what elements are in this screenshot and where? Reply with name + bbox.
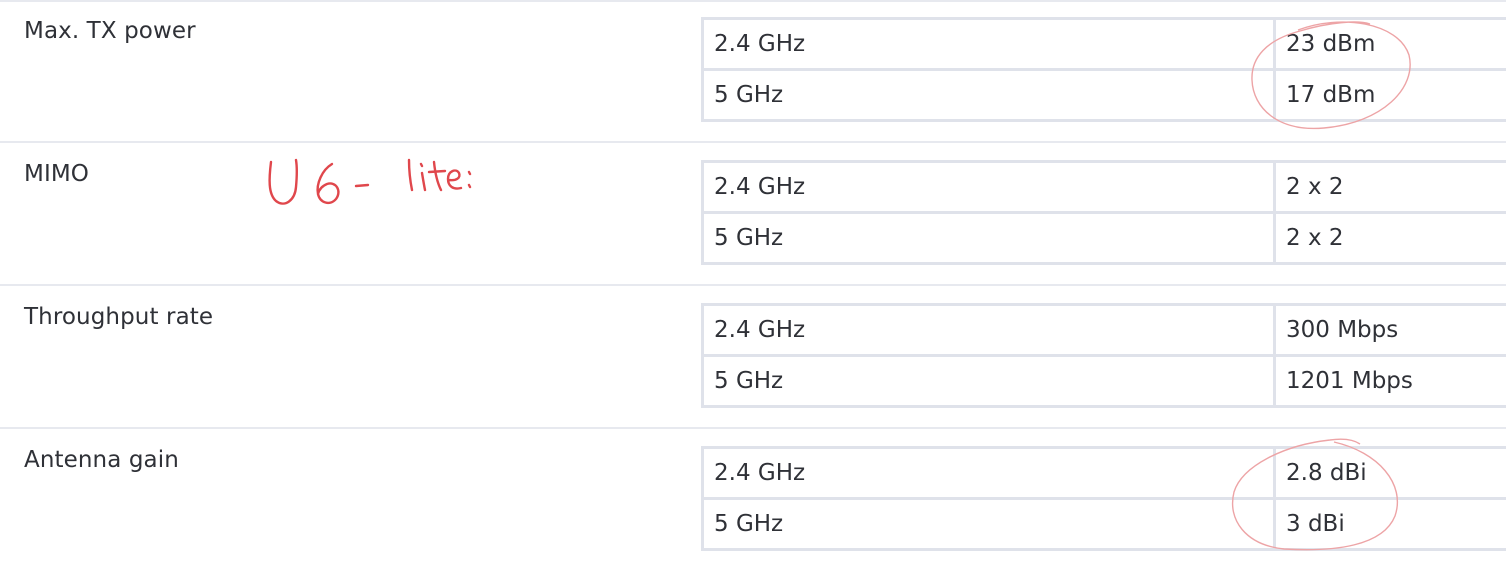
table-row: 5 GHz 1201 Mbps: [701, 354, 1506, 408]
table-row: 5 GHz 2 x 2: [701, 211, 1506, 265]
value-cell: 2 x 2: [1273, 211, 1506, 265]
spec-table: 2.4 GHz 2.8 dBi 5 GHz 3 dBi: [701, 446, 1506, 551]
band-cell: 2.4 GHz: [701, 446, 1275, 500]
spec-label: Throughput rate: [24, 304, 214, 330]
spec-label: Antenna gain: [24, 447, 179, 473]
spec-section-mimo: MIMO 2.4 GHz 2 x 2 5 GHz 2 x 2: [0, 143, 1506, 286]
table-row: 5 GHz 3 dBi: [701, 497, 1506, 551]
value-cell: 17 dBm: [1273, 68, 1506, 122]
band-cell: 5 GHz: [701, 68, 1275, 122]
table-row: 2.4 GHz 23 dBm: [701, 17, 1506, 71]
value-cell: 2.8 dBi: [1273, 446, 1506, 500]
band-cell: 2.4 GHz: [701, 17, 1275, 71]
spec-section-throughput-rate: Throughput rate 2.4 GHz 300 Mbps 5 GHz 1…: [0, 286, 1506, 429]
table-row: 2.4 GHz 2 x 2: [701, 160, 1506, 214]
value-cell: 1201 Mbps: [1273, 354, 1506, 408]
band-cell: 5 GHz: [701, 354, 1275, 408]
value-cell: 300 Mbps: [1273, 303, 1506, 357]
table-row: 2.4 GHz 2.8 dBi: [701, 446, 1506, 500]
spec-table: 2.4 GHz 23 dBm 5 GHz 17 dBm: [701, 17, 1506, 122]
band-cell: 2.4 GHz: [701, 303, 1275, 357]
value-cell: 3 dBi: [1273, 497, 1506, 551]
band-cell: 5 GHz: [701, 211, 1275, 265]
value-cell: 23 dBm: [1273, 17, 1506, 71]
spec-table: 2.4 GHz 2 x 2 5 GHz 2 x 2: [701, 160, 1506, 265]
band-cell: 2.4 GHz: [701, 160, 1275, 214]
spec-label: MIMO: [24, 161, 89, 187]
value-cell: 2 x 2: [1273, 160, 1506, 214]
spec-section-antenna-gain: Antenna gain 2.4 GHz 2.8 dBi 5 GHz 3 dBi: [0, 429, 1506, 568]
table-row: 2.4 GHz 300 Mbps: [701, 303, 1506, 357]
spec-section-max-tx-power: Max. TX power 2.4 GHz 23 dBm 5 GHz 17 dB…: [0, 0, 1506, 143]
spec-label: Max. TX power: [24, 18, 196, 44]
table-row: 5 GHz 17 dBm: [701, 68, 1506, 122]
spec-table: 2.4 GHz 300 Mbps 5 GHz 1201 Mbps: [701, 303, 1506, 408]
band-cell: 5 GHz: [701, 497, 1275, 551]
